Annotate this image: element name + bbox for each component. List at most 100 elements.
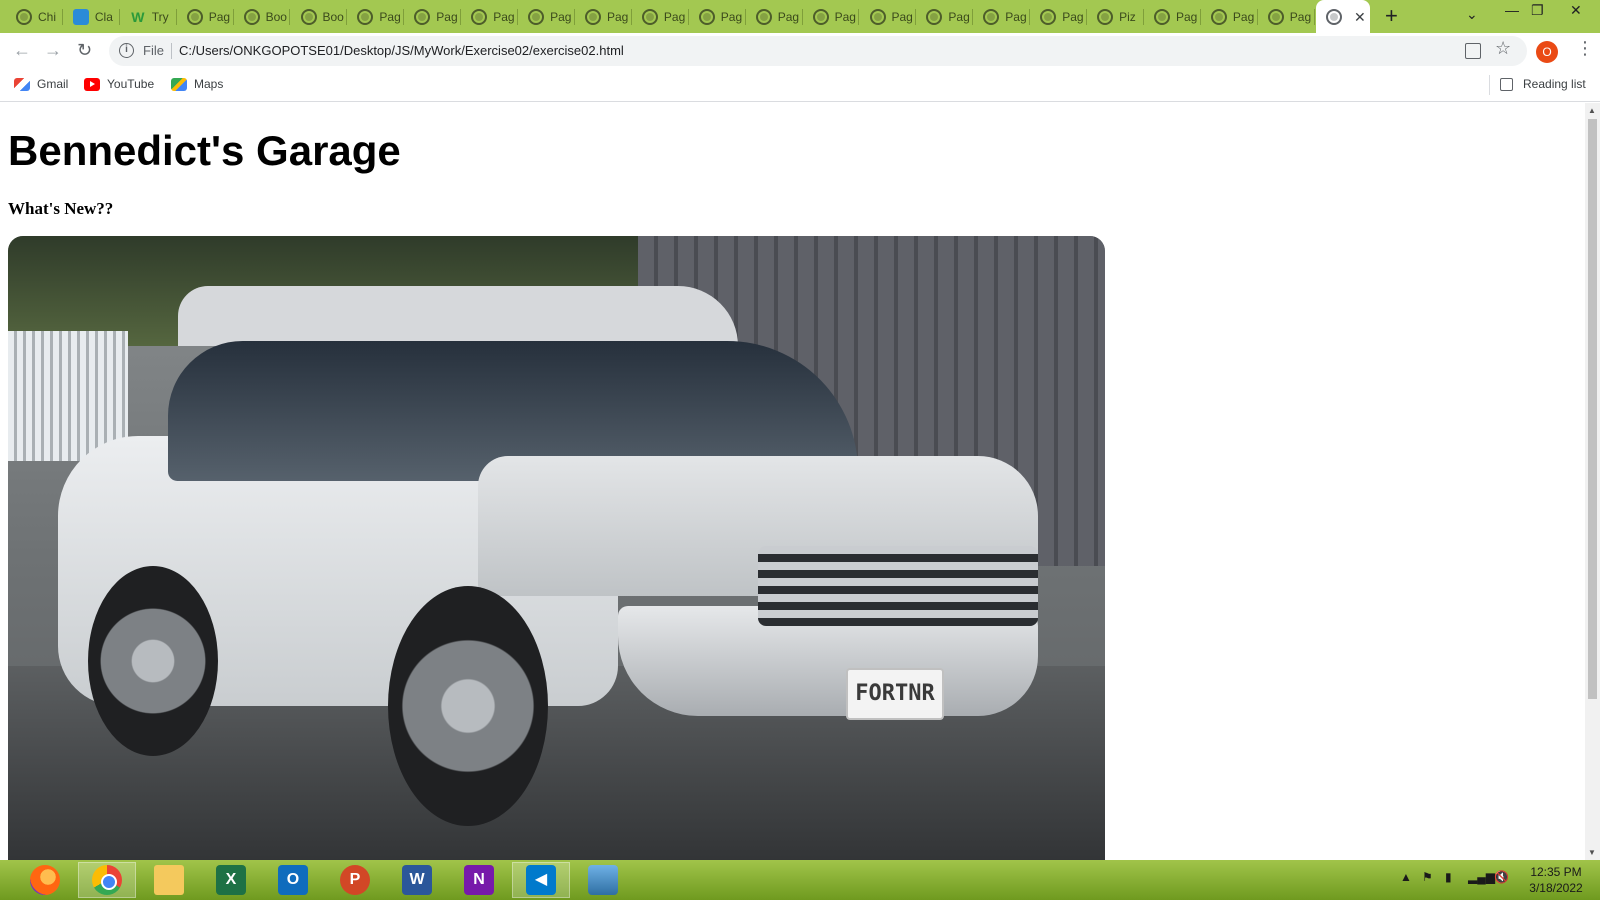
tab-separator bbox=[687, 9, 689, 25]
scrollbar-thumb[interactable] bbox=[1588, 119, 1597, 699]
globe-icon bbox=[585, 9, 601, 25]
taskbar-app-outlook[interactable]: O bbox=[264, 862, 322, 898]
tab-4[interactable]: Pag bbox=[179, 5, 234, 29]
w3schools-icon: W bbox=[131, 9, 145, 25]
tab-separator bbox=[232, 9, 234, 25]
taskbar-app-file-explorer[interactable] bbox=[140, 862, 198, 898]
address-bar[interactable]: i File C:/Users/ONKGOPOTSE01/Desktop/JS/… bbox=[109, 36, 1527, 66]
power-icon[interactable]: ▮ bbox=[1445, 870, 1452, 884]
tab-label: Cla bbox=[94, 10, 113, 24]
taskbar-app-vscode[interactable]: ◀ bbox=[512, 862, 570, 898]
tab-7[interactable]: Pag bbox=[349, 5, 405, 29]
bookmark-star-icon[interactable]: ☆ bbox=[1495, 38, 1511, 59]
front-wheel bbox=[388, 586, 548, 826]
bookmark-maps[interactable]: Maps bbox=[171, 77, 223, 91]
globe-icon bbox=[641, 9, 658, 25]
maps-icon bbox=[171, 77, 187, 91]
restore-button[interactable]: ❐ bbox=[1531, 2, 1544, 19]
globe-icon bbox=[1326, 8, 1342, 25]
tab-8[interactable]: Pag bbox=[406, 5, 462, 29]
taskbar-app-firefox[interactable] bbox=[16, 862, 74, 898]
globe-icon bbox=[812, 9, 829, 25]
tab-21[interactable]: Pag bbox=[1146, 5, 1201, 29]
tab-11[interactable]: Pag bbox=[577, 5, 632, 29]
taskbar-app-powerpoint[interactable]: P bbox=[326, 862, 384, 898]
tab-14[interactable]: Pag bbox=[748, 5, 803, 29]
tab-label: Pag bbox=[948, 10, 970, 24]
image-suv: FORTNR bbox=[58, 286, 1048, 826]
tab-10[interactable]: Pag bbox=[520, 5, 575, 29]
new-tab-button[interactable]: + bbox=[1385, 3, 1398, 29]
info-icon[interactable]: i bbox=[119, 43, 134, 58]
back-button[interactable]: ← bbox=[13, 40, 31, 61]
show-hidden-icons-icon[interactable]: ▲ bbox=[1400, 870, 1412, 884]
page-subheading: What's New?? bbox=[8, 199, 114, 218]
tab-3[interactable]: W Try bbox=[122, 5, 177, 29]
tab-label: Pag bbox=[607, 10, 629, 24]
tab-label: Pag bbox=[720, 10, 743, 24]
scheme-label: File bbox=[143, 43, 164, 58]
tab-label: Boo bbox=[322, 10, 344, 24]
minimize-button[interactable]: — bbox=[1505, 2, 1519, 18]
license-plate: FORTNR bbox=[846, 668, 944, 720]
network-icon[interactable]: ▂▄▆ bbox=[1468, 870, 1495, 884]
scroll-down-arrow-icon[interactable]: ▼ bbox=[1588, 848, 1596, 857]
globe-icon bbox=[528, 9, 545, 25]
tab-label: Pag bbox=[1289, 10, 1312, 24]
tab-16[interactable]: Pag bbox=[862, 5, 917, 29]
bookmark-youtube[interactable]: YouTube bbox=[84, 77, 154, 91]
globe-icon bbox=[300, 9, 317, 25]
reading-list-button[interactable]: Reading list bbox=[1500, 77, 1586, 91]
tab-close-button[interactable]: ✕ bbox=[1354, 9, 1366, 26]
scroll-up-arrow-icon[interactable]: ▲ bbox=[1588, 106, 1596, 115]
profile-avatar[interactable]: O bbox=[1536, 41, 1558, 63]
globe-icon bbox=[357, 9, 374, 25]
tab-23[interactable]: Pag bbox=[1260, 5, 1315, 29]
firefox-icon bbox=[30, 865, 60, 895]
tab-18[interactable]: Pag bbox=[975, 5, 1031, 29]
taskbar-app-chrome[interactable] bbox=[78, 862, 136, 898]
tab-6[interactable]: Boo bbox=[293, 5, 348, 29]
flag-icon[interactable]: ⚑ bbox=[1422, 870, 1433, 884]
volume-icon[interactable]: 🔇 bbox=[1494, 870, 1509, 884]
tab-5[interactable]: Boo bbox=[236, 5, 291, 29]
globe-icon bbox=[243, 9, 260, 25]
taskbar-app-excel[interactable]: X bbox=[202, 862, 260, 898]
tab-search-icon[interactable]: ⌄ bbox=[1466, 6, 1478, 23]
taskbar-app-photos[interactable] bbox=[574, 862, 632, 898]
tab-label: Pag bbox=[550, 10, 572, 24]
tab-15[interactable]: Pag bbox=[805, 5, 860, 29]
divider bbox=[1489, 75, 1490, 95]
taskbar-app-onenote[interactable]: N bbox=[450, 862, 508, 898]
tab-separator bbox=[1313, 9, 1315, 25]
bookmark-label: Gmail bbox=[37, 77, 69, 91]
system-clock[interactable]: 12:35 PM 3/18/2022 bbox=[1520, 864, 1592, 896]
reload-button[interactable]: ↻ bbox=[77, 40, 92, 61]
tab-20[interactable]: Piz bbox=[1089, 5, 1144, 29]
tab-1[interactable]: Chi bbox=[8, 5, 63, 29]
globe-icon bbox=[869, 9, 886, 25]
share-icon[interactable] bbox=[1465, 43, 1481, 59]
tab-2[interactable]: Cla bbox=[65, 5, 120, 29]
close-window-button[interactable]: ✕ bbox=[1570, 2, 1582, 19]
tab-17[interactable]: Pag bbox=[918, 5, 974, 29]
bookmark-gmail[interactable]: Gmail bbox=[14, 77, 68, 91]
onenote-icon: N bbox=[464, 865, 494, 895]
tab-separator bbox=[858, 9, 860, 25]
tab-separator bbox=[289, 9, 291, 25]
menu-icon[interactable]: ⋮ bbox=[1576, 38, 1594, 59]
tab-9[interactable]: Pag bbox=[463, 5, 519, 29]
tab-separator bbox=[630, 9, 632, 25]
taskbar-app-word[interactable]: W bbox=[388, 862, 446, 898]
tab-12[interactable]: Pag bbox=[634, 5, 689, 29]
url-text[interactable]: C:/Users/ONKGOPOTSE01/Desktop/JS/MyWork/… bbox=[179, 43, 624, 58]
forward-button[interactable]: → bbox=[44, 40, 62, 61]
tab-19[interactable]: Pag bbox=[1032, 5, 1088, 29]
page-scrollbar[interactable]: ▲ ▼ bbox=[1585, 103, 1600, 860]
tab-separator bbox=[1256, 9, 1258, 25]
tab-label: Chi bbox=[38, 10, 57, 24]
tab-13[interactable]: Pag bbox=[691, 5, 746, 29]
tab-label: Pag bbox=[493, 10, 515, 24]
globe-icon bbox=[698, 9, 715, 25]
tab-22[interactable]: Pag bbox=[1203, 5, 1258, 29]
